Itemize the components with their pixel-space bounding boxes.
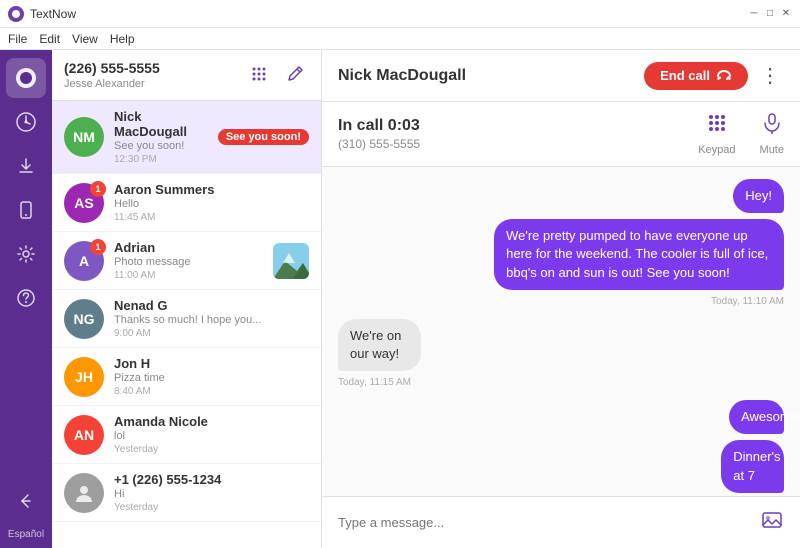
- message-bubble-4: Dinner's at 7: [721, 440, 784, 492]
- avatar-unknown: [64, 473, 104, 513]
- call-status: In call 0:03: [338, 117, 420, 135]
- my-name: Jesse Alexander: [64, 78, 160, 90]
- message-row-1: We're pretty pumped to have everyone up …: [338, 219, 784, 290]
- message-row-0: Hey!: [338, 179, 784, 213]
- avatar-a: A 1: [64, 241, 104, 281]
- call-info-bar: In call 0:03 (310) 555-5555: [322, 102, 800, 167]
- message-bubble-3: Awesome!: [729, 400, 784, 434]
- message-group-sent-2: Awesome! Dinner's at 7 We're out on the …: [338, 400, 784, 496]
- mute-button[interactable]: Mute: [760, 112, 784, 156]
- mute-label: Mute: [760, 144, 784, 156]
- avatar-as: AS 1: [64, 183, 104, 223]
- sidebar-item-phone[interactable]: [6, 190, 46, 230]
- app-title: TextNow: [30, 7, 76, 21]
- sidebar-item-download[interactable]: [6, 146, 46, 186]
- message-row-2: We're on our way!: [338, 319, 466, 371]
- photo-thumb-a: [273, 243, 309, 279]
- chat-panel: Nick MacDougall End call ⋮ In call 0:03: [322, 50, 800, 548]
- message-group-2: We're on our way! Today, 11:15 AM: [338, 319, 784, 388]
- menu-edit[interactable]: Edit: [39, 32, 60, 46]
- menu-view[interactable]: View: [72, 32, 98, 46]
- message-bubble-0: Hey!: [733, 179, 784, 213]
- header-action-icons: [245, 60, 309, 88]
- more-options-button[interactable]: ⋮: [756, 59, 784, 92]
- message-group-1: We're pretty pumped to have everyone up …: [338, 219, 784, 307]
- message-time-2: Today, 11:15 AM: [338, 377, 411, 388]
- sidebar: Español: [0, 50, 52, 548]
- keypad-icon: [706, 112, 728, 140]
- message-bubble-2: We're on our way!: [338, 319, 421, 371]
- unread-badge-as: 1: [90, 181, 106, 197]
- sidebar-item-settings[interactable]: [6, 234, 46, 274]
- contact-info-unknown: +1 (226) 555-1234 Hi Yesterday: [114, 472, 309, 513]
- contact-info-an: Amanda Nicole lol Yesterday: [114, 414, 309, 455]
- titlebar: TextNow ─ □ ✕: [0, 0, 800, 28]
- sidebar-item-logo[interactable]: [6, 58, 46, 98]
- language-label: Español: [8, 529, 44, 540]
- contact-info-ng: Nenad G Thanks so much! I hope you... 9:…: [114, 298, 309, 339]
- image-attach-button[interactable]: [760, 508, 784, 538]
- message-bubble-1: We're pretty pumped to have everyone up …: [494, 219, 784, 290]
- end-call-button[interactable]: End call: [644, 62, 748, 90]
- chat-input-area: [322, 496, 800, 548]
- message-time-1: Today, 11:10 AM: [711, 296, 784, 307]
- close-button[interactable]: ✕: [780, 8, 792, 20]
- chat-header: Nick MacDougall End call ⋮: [322, 50, 800, 102]
- contact-item-a[interactable]: A 1 Adrian Photo message 11:00 AM: [52, 232, 321, 290]
- avatar-ng: NG: [64, 299, 104, 339]
- titlebar-left: TextNow: [8, 6, 76, 22]
- unread-badge-a: 1: [90, 239, 106, 255]
- window-controls: ─ □ ✕: [748, 8, 792, 20]
- sidebar-item-help[interactable]: [6, 278, 46, 318]
- message-row-3: Awesome!: [700, 400, 784, 434]
- compose-icon[interactable]: [281, 60, 309, 88]
- call-number: (310) 555-5555: [338, 137, 420, 151]
- sidebar-item-dashboard[interactable]: [6, 102, 46, 142]
- avatar-jh: JH: [64, 357, 104, 397]
- contact-header: (226) 555-5555 Jesse Alexander: [52, 50, 321, 101]
- mute-icon: [761, 112, 783, 140]
- keypad-label: Keypad: [698, 144, 735, 156]
- minimize-button[interactable]: ─: [748, 8, 760, 20]
- contact-panel: (226) 555-5555 Jesse Alexander: [52, 50, 322, 548]
- menubar: File Edit View Help: [0, 28, 800, 50]
- contact-item-unknown[interactable]: +1 (226) 555-1234 Hi Yesterday: [52, 464, 321, 522]
- end-call-label: End call: [660, 68, 710, 83]
- call-actions: Keypad Mute: [698, 112, 784, 156]
- call-info-left: In call 0:03 (310) 555-5555: [338, 117, 420, 151]
- contact-info-as: Aaron Summers Hello 11:45 AM: [114, 182, 309, 223]
- contact-item-an[interactable]: AN Amanda Nicole lol Yesterday: [52, 406, 321, 464]
- chat-contact-name: Nick MacDougall: [338, 67, 466, 85]
- avatar-nm: NM: [64, 117, 104, 157]
- chat-header-actions: End call ⋮: [644, 59, 784, 92]
- avatar-an: AN: [64, 415, 104, 455]
- messages-area: Hey! We're pretty pumped to have everyon…: [322, 167, 800, 496]
- message-row-4: Dinner's at 7: [687, 440, 784, 492]
- message-input[interactable]: [338, 515, 750, 530]
- contact-item-ng[interactable]: NG Nenad G Thanks so much! I hope you...…: [52, 290, 321, 348]
- contact-list: NM Nick MacDougall See you soon! 12:30 P…: [52, 101, 321, 548]
- contact-info-nm: Nick MacDougall See you soon! 12:30 PM: [114, 109, 208, 165]
- app-body: Español (226) 555-5555 Jesse Alexander: [0, 50, 800, 548]
- menu-file[interactable]: File: [8, 32, 27, 46]
- menu-help[interactable]: Help: [110, 32, 135, 46]
- dialpad-icon[interactable]: [245, 60, 273, 88]
- end-call-badge: See you soon!: [218, 129, 309, 145]
- contact-item-as[interactable]: AS 1 Aaron Summers Hello 11:45 AM: [52, 174, 321, 232]
- contact-info-jh: Jon H Pizza time 8:40 AM: [114, 356, 309, 397]
- contact-info-a: Adrian Photo message 11:00 AM: [114, 240, 263, 281]
- app-icon: [8, 6, 24, 22]
- maximize-button[interactable]: □: [764, 8, 776, 20]
- my-phone-number: (226) 555-5555: [64, 60, 160, 76]
- keypad-button[interactable]: Keypad: [698, 112, 735, 156]
- contact-item-jh[interactable]: JH Jon H Pizza time 8:40 AM: [52, 348, 321, 406]
- contact-item-nm[interactable]: NM Nick MacDougall See you soon! 12:30 P…: [52, 101, 321, 174]
- sidebar-item-back[interactable]: [6, 481, 46, 521]
